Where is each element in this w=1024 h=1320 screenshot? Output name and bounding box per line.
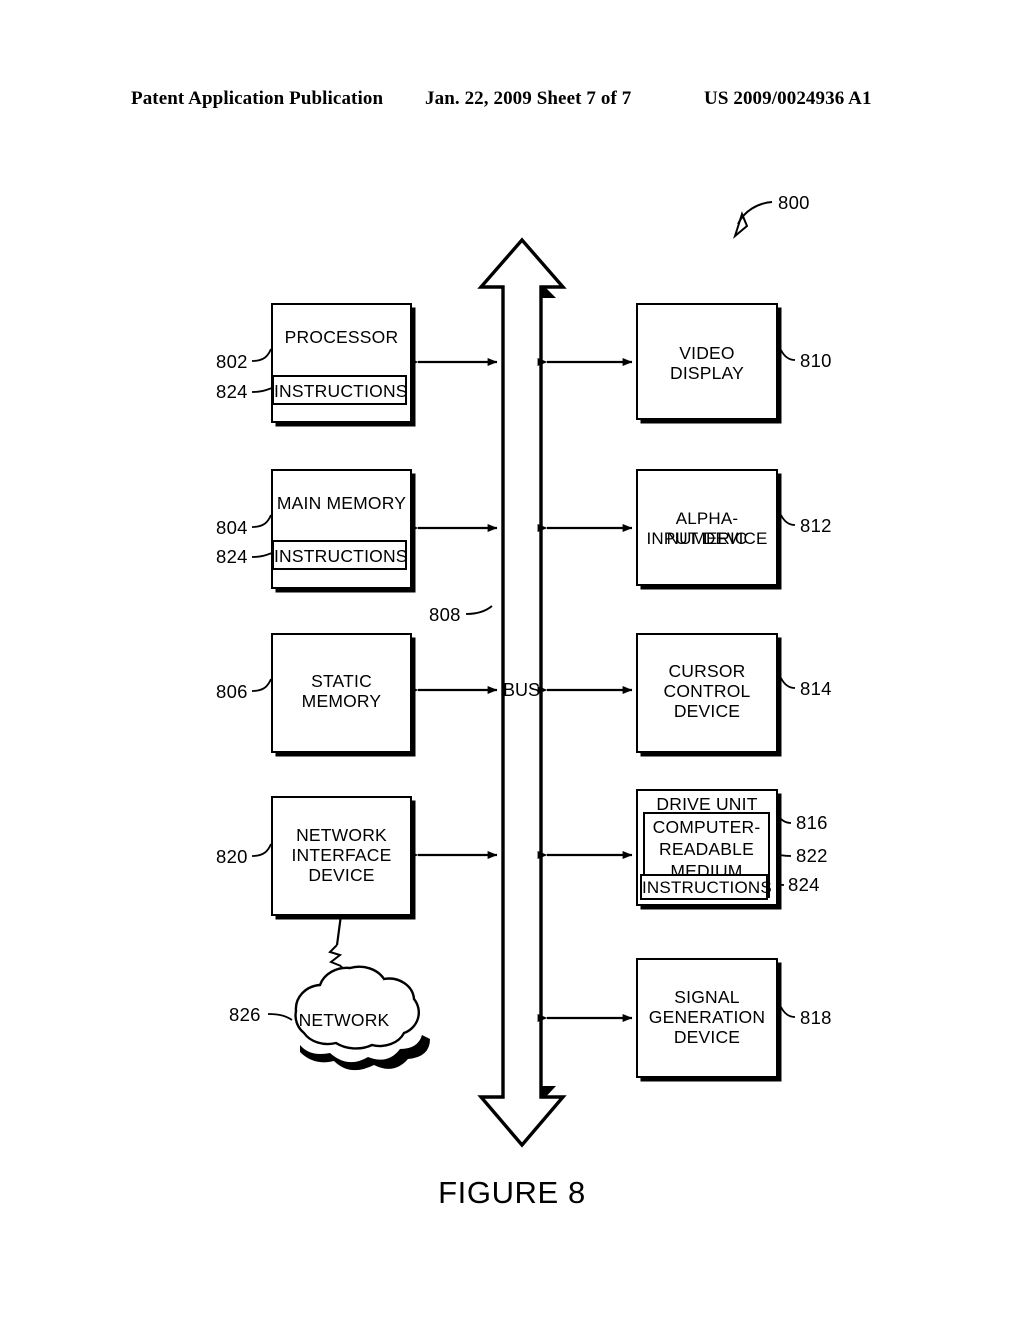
ref-810: 810	[800, 350, 832, 371]
bus-label: BUS	[503, 680, 541, 700]
main-memory-instructions-box[interactable]: INSTRUCTIONS	[272, 540, 407, 570]
main-memory-label: MAIN MEMORY	[276, 493, 407, 513]
processor-instructions-label: INSTRUCTIONS	[274, 381, 408, 401]
video-display-label-line1: VIDEO	[679, 343, 735, 363]
processor-instructions-box[interactable]: INSTRUCTIONS	[272, 375, 407, 405]
nic-label-line3: DEVICE	[308, 865, 375, 885]
block-cursor-control-device[interactable]: CURSOR CONTROL DEVICE	[636, 633, 778, 753]
figure-drawing	[251, 201, 796, 1148]
cursor-control-label-line3: DEVICE	[673, 701, 741, 721]
right-connector-arrows	[537, 358, 633, 1022]
crm-label-line1: COMPUTER-	[652, 817, 761, 837]
ref-808: 808	[429, 604, 461, 625]
drive-unit-instructions-label: INSTRUCTIONS	[642, 878, 772, 897]
ref-802: 802	[216, 351, 248, 372]
block-signal-generation-device[interactable]: SIGNAL GENERATION DEVICE	[636, 958, 778, 1078]
ref-824-processor: 824	[216, 381, 248, 402]
ref-820: 820	[216, 846, 248, 867]
ref-814: 814	[800, 678, 832, 699]
alpha-numeric-label-line2: INPUT DEVICE	[646, 529, 768, 548]
ref-824-drive-unit: 824	[788, 874, 820, 895]
block-alpha-numeric-input-device[interactable]: ALPHA-NUMERIC INPUT DEVICE	[636, 469, 778, 586]
ref-806: 806	[216, 681, 248, 702]
ref-824-main-memory: 824	[216, 546, 248, 567]
system-ref-leader	[733, 201, 773, 239]
ref-816: 816	[796, 812, 828, 833]
ref-800: 800	[778, 192, 810, 213]
drive-unit-instructions-box[interactable]: INSTRUCTIONS	[640, 874, 772, 900]
signal-generation-label-line2: GENERATION	[648, 1007, 766, 1027]
ref-826: 826	[229, 1004, 261, 1025]
ref-812: 812	[800, 515, 832, 536]
nic-label-line1: NETWORK	[296, 825, 387, 845]
nic-label-line2: INTERFACE	[291, 845, 392, 865]
main-memory-instructions-label: INSTRUCTIONS	[274, 546, 408, 566]
cursor-control-label-line2: CONTROL	[663, 681, 751, 701]
drive-unit-label: DRIVE UNIT	[656, 794, 758, 814]
crm-label-line2: READABLE	[659, 839, 754, 859]
block-network-interface-device[interactable]: NETWORK INTERFACE DEVICE	[271, 796, 412, 916]
figure-caption: FIGURE 8	[438, 1175, 586, 1210]
video-display-label-line2: DISPLAY	[669, 363, 745, 383]
static-memory-label-line2: MEMORY	[301, 691, 382, 711]
ref-818: 818	[800, 1007, 832, 1028]
processor-label: PROCESSOR	[284, 327, 399, 347]
block-main-memory[interactable]: MAIN MEMORY	[271, 469, 412, 589]
ref-804: 804	[216, 517, 248, 538]
ref-822: 822	[796, 845, 828, 866]
signal-generation-label-line1: SIGNAL	[674, 987, 740, 1007]
network-cloud-label: NETWORK	[298, 1010, 390, 1030]
block-video-display[interactable]: VIDEO DISPLAY	[636, 303, 778, 420]
signal-generation-label-line3: DEVICE	[673, 1027, 741, 1047]
block-static-memory[interactable]: STATIC MEMORY	[271, 633, 412, 753]
static-memory-label-line1: STATIC	[311, 671, 372, 691]
cursor-control-label-line1: CURSOR	[668, 661, 746, 681]
